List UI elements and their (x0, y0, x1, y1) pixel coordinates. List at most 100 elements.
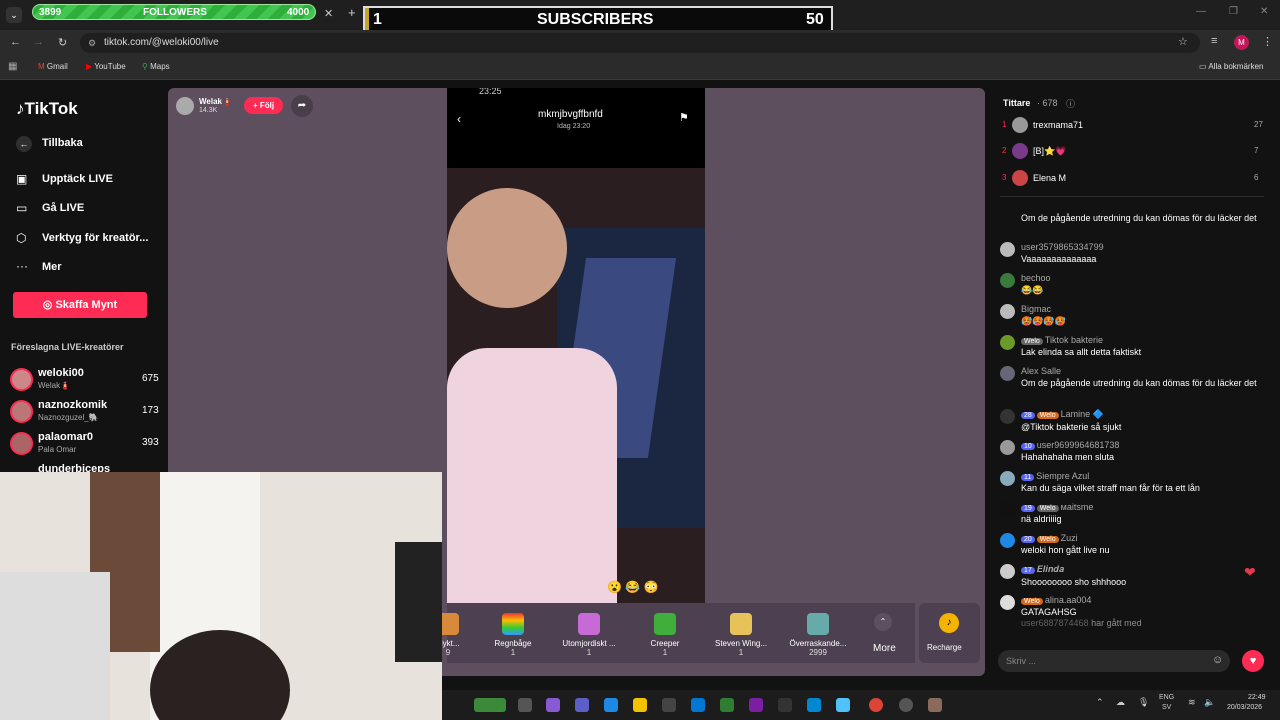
nav-creator-tools[interactable]: Verktyg för kreatör... (42, 232, 148, 244)
apps-icon[interactable]: ▦ (8, 61, 17, 72)
chat-avatar[interactable] (1000, 595, 1015, 610)
reload-icon[interactable]: ↻ (58, 36, 67, 49)
host-avatar[interactable] (176, 97, 194, 115)
new-tab-icon[interactable]: + (348, 5, 356, 20)
gift-item[interactable]: Utomjordiskt ... 1 (554, 613, 624, 657)
wifi-icon[interactable]: ≋ (1188, 697, 1196, 708)
bookmark-youtube[interactable]: ▶ YouTube (86, 62, 126, 71)
bookmark-star-icon[interactable]: ☆ (1178, 35, 1188, 48)
creeper-icon (654, 613, 676, 635)
profile-avatar[interactable]: M (1234, 35, 1249, 50)
store-icon[interactable] (662, 698, 676, 712)
all-bookmarks[interactable]: ▭ Alla bokmärken (1199, 62, 1263, 71)
nav-discover-live[interactable]: Upptäck LIVE (42, 173, 113, 185)
media-icon[interactable]: ≡ (1211, 35, 1217, 47)
gift-item[interactable]: Regnbåge 1 (478, 613, 548, 657)
flag-icon: ⚑ (679, 112, 689, 124)
forward-icon[interactable]: → (33, 36, 44, 48)
nav-more[interactable]: Mer (42, 261, 62, 273)
close-window-icon[interactable]: ✕ (1260, 6, 1268, 17)
chrome-icon[interactable] (869, 698, 883, 712)
top-viewer-name[interactable]: [B]⭐💗 (1033, 146, 1066, 157)
maps-icon: ⚲ (142, 62, 151, 71)
teams-icon[interactable] (575, 698, 589, 712)
chat-input[interactable]: Skriv ... ☺ (998, 650, 1230, 672)
chat-avatar[interactable] (1000, 440, 1015, 455)
creator-name[interactable]: naznozkomik (38, 399, 107, 411)
m365-icon[interactable] (749, 698, 763, 712)
taskbar-app-icon[interactable] (474, 698, 506, 712)
creator-avatar[interactable] (10, 432, 33, 455)
keyboard-language[interactable]: ENG (1159, 694, 1174, 701)
info-icon[interactable]: ⓘ (1066, 97, 1075, 110)
creator-avatar[interactable] (10, 368, 33, 391)
back-link[interactable]: Tillbaka (42, 137, 83, 149)
outlook-icon[interactable] (691, 698, 705, 712)
bookmark-maps[interactable]: ⚲ Maps (142, 62, 170, 71)
webcam-overlay (0, 472, 442, 720)
followers-goal-bar: 3899 FOLLOWERS 4000 (32, 4, 316, 20)
shield-icon[interactable] (720, 698, 734, 712)
top-viewer-avatar[interactable] (1012, 117, 1028, 133)
recharge-button[interactable]: ♪ Recharge (919, 603, 980, 663)
clock-time[interactable]: 22:49 (1248, 694, 1266, 701)
volume-icon[interactable]: 🔈 (1204, 697, 1215, 708)
creator-avatar[interactable] (10, 400, 33, 423)
chat-avatar[interactable] (1000, 471, 1015, 486)
app-icon[interactable] (778, 698, 792, 712)
tiktok-logo[interactable]: ♪TikTok (16, 99, 78, 119)
gift-heart-button[interactable]: ♥ (1242, 650, 1264, 672)
host-likes: 14.3K (199, 107, 218, 114)
chat-avatar[interactable] (1000, 304, 1015, 319)
top-viewer-avatar[interactable] (1012, 170, 1028, 186)
chat-avatar[interactable] (1000, 409, 1015, 424)
maximize-icon[interactable]: ❐ (1229, 6, 1238, 17)
chat-avatar[interactable] (1000, 335, 1015, 350)
app-icon[interactable] (836, 698, 850, 712)
url-field[interactable]: ⚙ tiktok.com/@weloki00/live (80, 33, 1200, 53)
live-video[interactable]: 23:25 ‹ mkmjbvgffbnfd Idag 23:20 ⚑ 😮 😂 😳 (447, 88, 705, 603)
nav-go-live[interactable]: Gå LIVE (42, 202, 84, 214)
menu-icon[interactable]: ⋮ (1262, 35, 1273, 48)
host-name[interactable]: Welak🧯 (199, 97, 232, 106)
edge-icon[interactable] (604, 698, 618, 712)
task-view-icon[interactable] (518, 698, 532, 712)
gift-item[interactable]: Överraskande... 2999 (783, 613, 853, 657)
minimize-icon[interactable]: — (1196, 6, 1206, 17)
app-icon[interactable] (807, 698, 821, 712)
tab-search-icon[interactable]: ⌄ (6, 7, 22, 23)
top-viewer-name[interactable]: trexmama71 (1033, 120, 1083, 130)
more-gifts-label[interactable]: More (873, 643, 896, 654)
follow-button[interactable]: + Följ (244, 97, 283, 114)
creator-name[interactable]: palaomar0 (38, 431, 93, 443)
chat-avatar[interactable] (1000, 502, 1015, 517)
app-icon[interactable] (928, 698, 942, 712)
emoji-icon[interactable]: ☺ (1212, 654, 1223, 666)
gift-item[interactable]: Creeper 1 (630, 613, 700, 657)
site-info-icon[interactable]: ⚙ (88, 33, 96, 53)
mic-icon[interactable]: 🎙 (1138, 697, 1149, 708)
top-viewer-avatar[interactable] (1012, 143, 1028, 159)
chat-avatar[interactable] (1000, 533, 1015, 548)
gift-item[interactable]: Steven Wing... 1 (706, 613, 776, 657)
get-coins-button[interactable]: ◎ Skaffa Mynt (13, 292, 147, 318)
close-tab-icon[interactable]: ✕ (324, 7, 333, 20)
chat-avatar[interactable] (1000, 242, 1015, 257)
chat-avatar[interactable] (1000, 366, 1015, 381)
creator-name[interactable]: weloki00 (38, 367, 84, 379)
top-viewer-name[interactable]: Elena M (1033, 173, 1066, 183)
chat-avatar[interactable] (1000, 564, 1015, 579)
copilot-icon[interactable] (546, 698, 560, 712)
back-arrow-icon[interactable]: ← (16, 136, 32, 152)
video-clock: 23:25 (479, 88, 502, 96)
subs-rank: 1 (373, 11, 382, 28)
bookmark-gmail[interactable]: M Gmail (38, 62, 68, 71)
chevron-up-icon[interactable]: ⌃ (874, 613, 892, 631)
app-icon[interactable] (899, 698, 913, 712)
chat-avatar[interactable] (1000, 273, 1015, 288)
tray-chevron-icon[interactable]: ⌃ (1096, 697, 1104, 708)
file-explorer-icon[interactable] (633, 698, 647, 712)
back-icon[interactable]: ← (10, 36, 21, 48)
share-icon[interactable]: ➦ (291, 95, 313, 117)
cloud-icon[interactable]: ☁ (1116, 697, 1125, 708)
